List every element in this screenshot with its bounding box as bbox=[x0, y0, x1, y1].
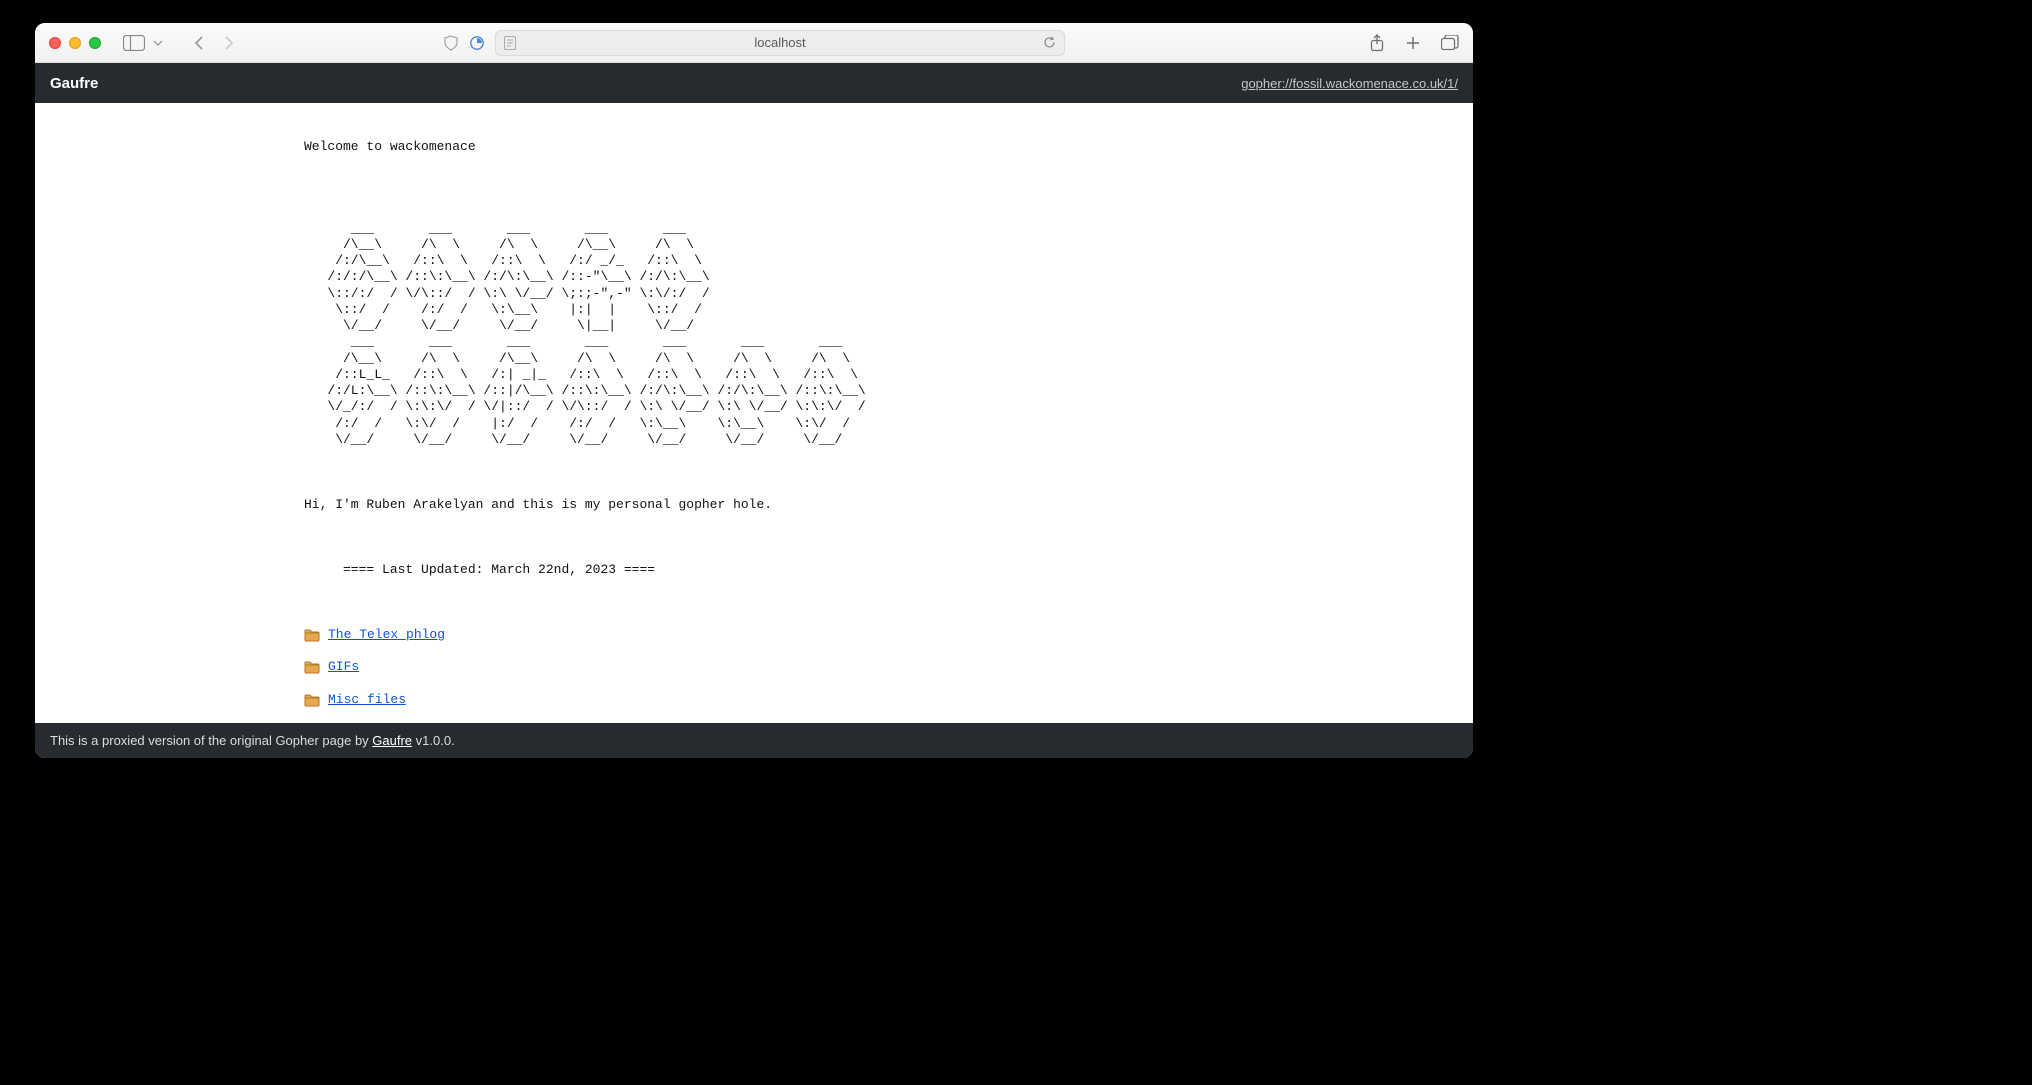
address-bar[interactable]: localhost bbox=[495, 30, 1065, 56]
folder-icon bbox=[304, 693, 320, 707]
intro-line: Hi, I'm Ruben Arakelyan and this is my p… bbox=[304, 497, 1204, 513]
titlebar-center: localhost bbox=[443, 30, 1065, 56]
welcome-line: Welcome to wackomenace bbox=[304, 139, 1204, 155]
privacy-report-icon[interactable] bbox=[469, 35, 485, 51]
last-updated-line: ==== Last Updated: March 22nd, 2023 ==== bbox=[304, 562, 1204, 578]
content-area: Gaufre gopher://fossil.wackomenace.co.uk… bbox=[35, 63, 1473, 758]
dir-link[interactable]: The Telex phlog bbox=[328, 627, 445, 643]
reader-mode-icon[interactable] bbox=[504, 36, 516, 50]
dir-link[interactable]: GIFs bbox=[328, 659, 359, 675]
scrollbar[interactable] bbox=[1458, 63, 1473, 758]
reload-icon[interactable] bbox=[1043, 36, 1056, 49]
page-body: Welcome to wackomenace ___ ___ ___ ___ _… bbox=[35, 103, 1473, 723]
browser-window: localhost Gaufre gopher://fossil.wackome… bbox=[35, 23, 1473, 758]
tab-overview-icon[interactable] bbox=[1441, 35, 1459, 51]
dir-link-row: The Telex phlog bbox=[304, 627, 1204, 643]
app-brand: Gaufre bbox=[50, 75, 98, 92]
address-text: localhost bbox=[754, 35, 805, 50]
dir-link-row: Misc files bbox=[304, 692, 1204, 708]
app-header: Gaufre gopher://fossil.wackomenace.co.uk… bbox=[35, 63, 1473, 103]
nav-arrows bbox=[193, 35, 235, 51]
close-window-button[interactable] bbox=[49, 37, 61, 49]
titlebar-right bbox=[1369, 34, 1459, 52]
dir-link-row: GIFs bbox=[304, 659, 1204, 675]
folder-icon bbox=[304, 628, 320, 642]
app-footer: This is a proxied version of the origina… bbox=[35, 723, 1473, 758]
new-tab-icon[interactable] bbox=[1405, 35, 1421, 51]
footer-version: v1.0.0. bbox=[412, 733, 455, 748]
folder-icon bbox=[304, 660, 320, 674]
footer-prefix: This is a proxied version of the origina… bbox=[50, 733, 372, 748]
maximize-window-button[interactable] bbox=[89, 37, 101, 49]
traffic-lights bbox=[49, 37, 101, 49]
shield-icon[interactable] bbox=[443, 35, 459, 51]
gopher-content: Welcome to wackomenace ___ ___ ___ ___ _… bbox=[304, 103, 1204, 723]
window-titlebar: localhost bbox=[35, 23, 1473, 63]
dir-link[interactable]: Misc files bbox=[328, 692, 406, 708]
sidebar-toggle-button[interactable] bbox=[123, 35, 145, 51]
chevron-down-icon[interactable] bbox=[153, 38, 163, 48]
minimize-window-button[interactable] bbox=[69, 37, 81, 49]
footer-app-link[interactable]: Gaufre bbox=[372, 733, 412, 748]
back-button[interactable] bbox=[193, 35, 205, 51]
gopher-url-link[interactable]: gopher://fossil.wackomenace.co.uk/1/ bbox=[1241, 76, 1458, 91]
share-icon[interactable] bbox=[1369, 34, 1385, 52]
ascii-art: ___ ___ ___ ___ ___ /\__\ /\ \ /\ \ /\__… bbox=[304, 221, 1204, 449]
forward-button[interactable] bbox=[223, 35, 235, 51]
